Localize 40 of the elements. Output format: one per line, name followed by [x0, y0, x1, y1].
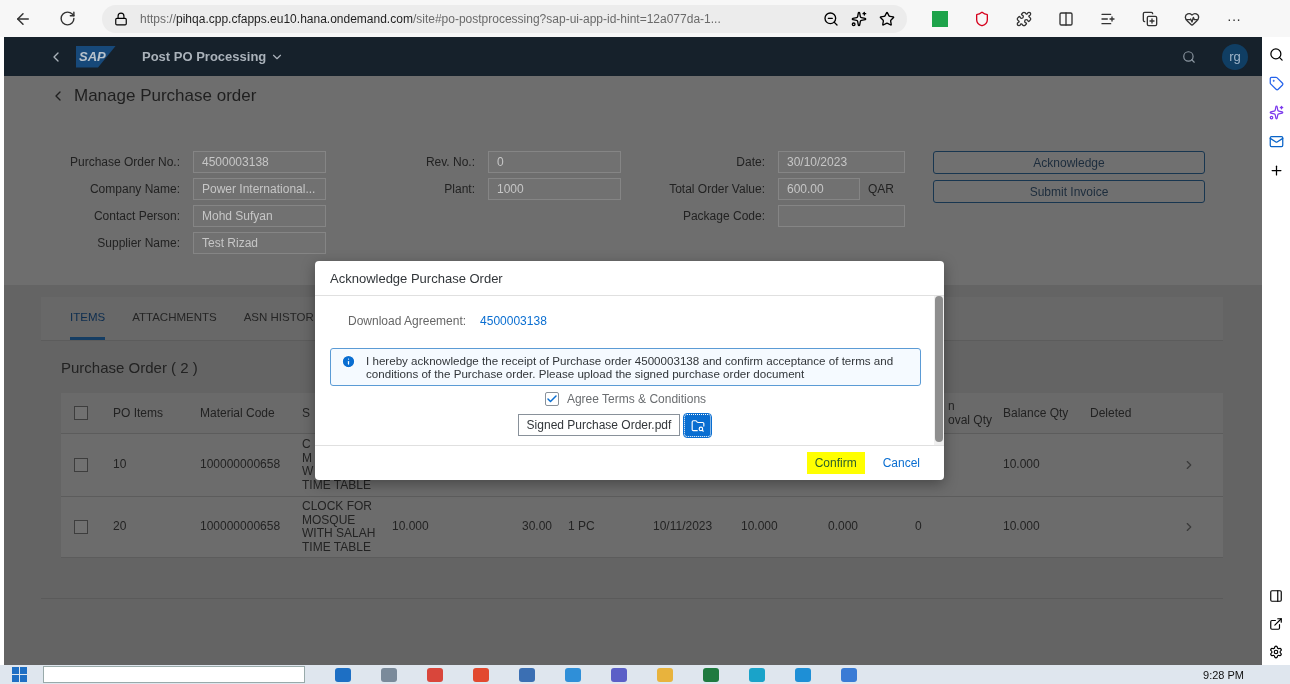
field-label: Date: [735, 155, 765, 169]
column-header: Balance Qty [1002, 406, 1070, 420]
field-label: Package Code: [681, 209, 765, 223]
table-cell-text: C M W TIME TABLE [301, 438, 372, 492]
table-cell-text: 0.000 [827, 520, 860, 534]
info-text: I hereby acknowledge the receipt of Purchase order 4500003138 and confirm acceptance of terms and conditions of the Purchase order. Please upload the signed purchase order document [366, 354, 895, 380]
sap-logo: SAP [76, 45, 116, 68]
table-cell-text: 10.000 [1002, 458, 1041, 472]
table-cell-text: 20 [112, 520, 128, 534]
dialog-title: Acknowledge Purchase Order [315, 261, 944, 296]
download-label: Download Agreement: [348, 314, 467, 328]
clock-text: 9:28 PM [1203, 668, 1244, 681]
field-label: Plant: [443, 182, 475, 196]
column-header: S [301, 406, 311, 420]
column-header: Deleted [1089, 406, 1133, 420]
table-cell-text: 100000000658 [199, 520, 282, 534]
column-header: n oval Qty [947, 399, 993, 427]
field-label: Supplier Name: [96, 236, 180, 250]
field-label: Rev. No.: [424, 155, 475, 169]
table-cell-text: 10.000 [391, 520, 430, 534]
table-cell-text: 10 [112, 458, 128, 472]
field-label: Total Order Value: [668, 182, 765, 196]
table-cell-text: 1 PC [567, 520, 596, 534]
table-title: Purchase Order ( 2 ) [61, 358, 198, 376]
table-cell-text: CLOCK FOR MOSQUE WITH SALAH TIME TABLE [301, 500, 377, 554]
currency-label: QAR [868, 182, 894, 196]
checkbox-label: Agree Terms & Conditions [566, 392, 707, 406]
field-label: Company Name: [88, 182, 180, 196]
table-cell-text: 10/11/2023 [652, 520, 714, 534]
table-cell-text: 100000000658 [199, 458, 282, 472]
column-header: Material Code [199, 406, 276, 420]
table-cell-text: 30.00 [520, 520, 553, 534]
page-title: Manage Purchase order [74, 86, 257, 106]
url-text: https://pihqa.cpp.cfapps.eu10.hana.ondemand.com/site#po-postprocessing?sap-ui-app-id-hint=12a077da-1... [140, 11, 721, 26]
table-cell-text: 10.000 [740, 520, 779, 534]
field-label: Contact Person: [92, 209, 180, 223]
table-cell-text: 10.000 [1002, 520, 1041, 534]
table-cell-text: 0 [914, 520, 923, 534]
column-header: PO Items [112, 406, 164, 420]
field-label: Purchase Order No.: [68, 155, 180, 169]
